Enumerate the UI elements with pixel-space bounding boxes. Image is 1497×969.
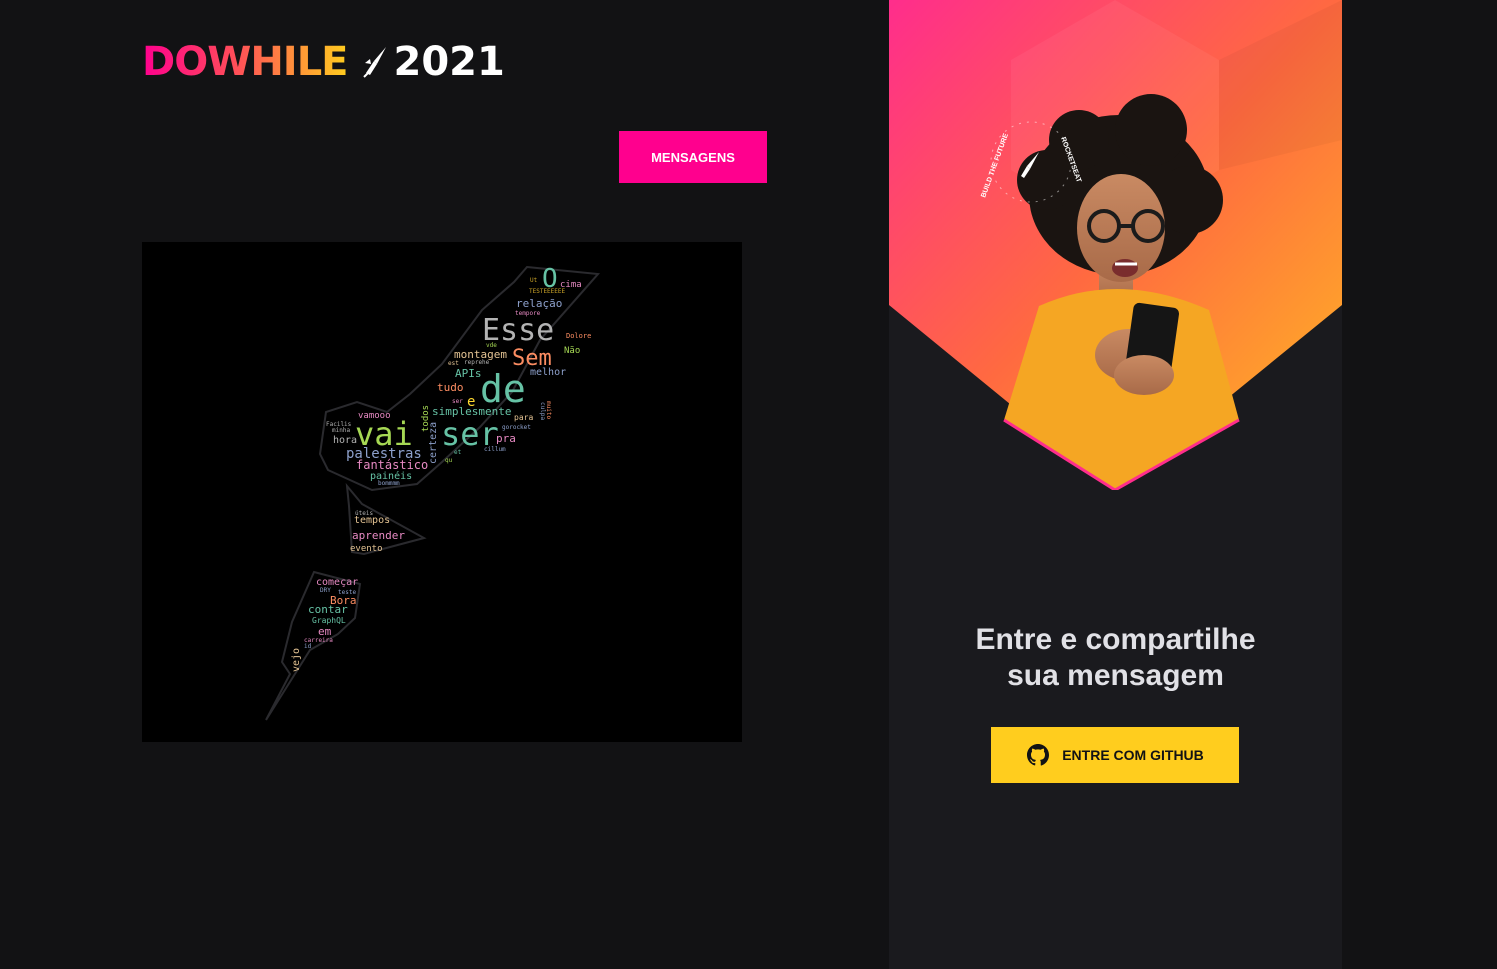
word-cloud-canvas: Ut OcimaTESTEEEEEErelaçãotemporeEsse Dolor…	[265, 264, 601, 721]
dowhile-logo: DOWHILE 2021	[142, 42, 505, 82]
cloud-word: aprender	[352, 529, 405, 542]
heading-line-1: Entre e compartilhe	[975, 623, 1256, 656]
cloud-word: muito	[545, 401, 552, 419]
hero-banner: BUILD THE FUTURE ROCKETSEAT	[889, 0, 1342, 490]
cloud-word: hora	[333, 435, 357, 446]
github-signin-button[interactable]: ENTRE COM GITHUB	[991, 727, 1239, 783]
cloud-word: qu	[445, 457, 453, 464]
cloud-word: et	[454, 449, 462, 456]
cloud-word: certeza	[428, 422, 439, 464]
cloud-word: Ut	[530, 277, 538, 284]
cloud-word: ser	[452, 398, 463, 405]
word-cloud: Ut Ocima TESTEEEEEE relação tempore Esse Dolor…	[142, 242, 742, 742]
logo-year: 2021	[393, 39, 505, 85]
rocket-icon	[362, 47, 386, 78]
logo-word: DOWHILE	[142, 39, 348, 85]
heading-line-2: sua mensagem	[1007, 659, 1224, 692]
cloud-word: DRY	[320, 587, 331, 594]
cloud-word: culpa	[539, 402, 546, 420]
cloud-word: tudo	[437, 381, 464, 394]
messages-button[interactable]: MENSAGENS	[619, 131, 767, 183]
cloud-word: cillum	[484, 446, 506, 453]
cloud-word: minha	[332, 427, 350, 434]
cloud-word: APIs	[455, 367, 482, 380]
github-button-label: ENTRE COM GITHUB	[1062, 747, 1204, 763]
cloud-word: fantástico	[356, 458, 428, 472]
cloud-word: melhor	[530, 367, 566, 378]
cloud-word: TESTEEEEEE	[529, 288, 566, 295]
cloud-word: relação	[516, 297, 562, 310]
cloud-word: pra	[496, 432, 516, 445]
cloud-word: contar	[308, 603, 348, 616]
cloud-word: tempos	[354, 515, 390, 526]
login-heading: Entre e compartilhe sua mensagem	[889, 622, 1342, 694]
cloud-word: id	[304, 643, 312, 650]
cloud-word: gorocket	[502, 424, 531, 431]
cloud-word: reprehe	[464, 359, 490, 366]
github-icon	[1027, 744, 1050, 766]
cloud-word: Não	[564, 346, 580, 356]
cloud-word: Dolore	[566, 332, 591, 340]
cloud-word: para	[514, 413, 533, 422]
cloud-word: GraphQL	[312, 616, 346, 625]
cloud-word: bommmm	[378, 480, 400, 487]
login-sidebar: BUILD THE FUTURE ROCKETSEAT Entre e comp…	[889, 0, 1342, 969]
cloud-word: est	[448, 360, 459, 367]
cloud-word: evento	[350, 544, 383, 554]
cloud-word: vejo	[291, 648, 302, 672]
